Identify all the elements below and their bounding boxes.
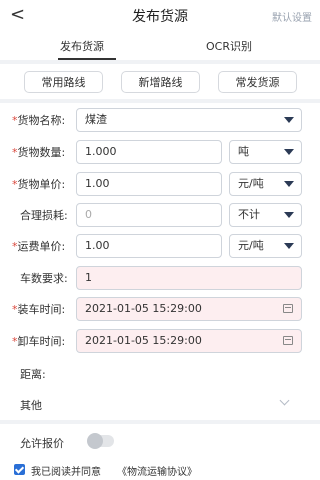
caret-down-icon [284,212,294,218]
goods-qty-unit: 吨 [238,145,249,158]
switch-knob [87,433,103,449]
loss-label: 合理损耗: [20,209,68,222]
freight-price-input[interactable]: 1.00 [76,234,222,258]
goods-name-select[interactable]: 煤渣 [76,108,302,132]
goods-qty-unit-select[interactable]: 吨 [229,140,302,164]
calendar-icon [283,336,293,345]
caret-down-icon [284,149,294,155]
allow-quote-row: 允许报价 [0,428,320,454]
chevron-down-icon [279,395,290,406]
divider [0,60,320,64]
load-time-label: *装车时间: [12,303,66,316]
freight-price-unit-select[interactable]: 元/吨 [229,234,302,258]
other-section-toggle[interactable]: 其他 [0,390,320,418]
default-settings-link[interactable]: 默认设置 [272,9,312,24]
agreement-checkbox[interactable] [14,464,25,475]
goods-qty-label: *货物数量: [12,146,66,159]
unload-time-row: *卸车时间: 2021-01-05 15:29:00 [0,325,320,355]
car-count-row: 车数要求: 1 [0,262,320,292]
allow-quote-label: 允许报价 [20,437,64,450]
unload-time-label: *卸车时间: [12,335,66,348]
goods-price-unit: 元/吨 [238,177,264,190]
loss-unit-select[interactable]: 不计 [229,203,302,227]
car-count-label: 车数要求: [20,272,68,285]
load-time-input[interactable]: 2021-01-05 15:29:00 [76,297,302,321]
divider [0,99,320,103]
freight-price-unit: 元/吨 [238,239,264,252]
tab-bar: 发布货源 OCR识别 [0,34,320,60]
goods-qty-row: *货物数量: 1.000 吨 [0,136,320,166]
other-label: 其他 [20,399,42,412]
freight-price-row: *运费单价: 1.00 元/吨 [0,230,320,260]
goods-name-row: *货物名称: 煤渣 [0,104,320,134]
agreement-link[interactable]: 《物流运输协议》 [117,463,197,478]
goods-qty-input[interactable]: 1.000 [76,140,222,164]
goods-price-input[interactable]: 1.00 [76,172,222,196]
calendar-icon [283,304,293,313]
allow-quote-switch[interactable] [87,433,114,449]
goods-price-label: *货物单价: [12,178,66,191]
goods-price-unit-select[interactable]: 元/吨 [229,172,302,196]
distance-row: 距离: [0,358,320,388]
goods-price-row: *货物单价: 1.00 元/吨 [0,168,320,198]
caret-down-icon [284,181,294,187]
loss-input[interactable]: 0 [76,203,222,227]
agreement-text: 我已阅读并同意 [31,467,101,478]
car-count-input[interactable]: 1 [76,266,302,290]
divider [0,420,320,424]
unload-time-input[interactable]: 2021-01-05 15:29:00 [76,329,302,353]
caret-down-icon [284,243,294,249]
caret-down-icon [284,117,294,123]
tab-ocr[interactable]: OCR识别 [206,38,252,54]
freight-price-label: *运费单价: [12,240,66,253]
unload-time-value: 2021-01-05 15:29:00 [85,334,202,347]
loss-row: 合理损耗: 0 不计 [0,199,320,229]
agreement-row: 我已阅读并同意 《物流运输协议》 [0,460,320,480]
loss-unit: 不计 [238,208,260,221]
goods-name-value: 煤渣 [85,113,107,126]
add-route-button[interactable]: 新增路线 [121,71,200,93]
tab-publish-goods[interactable]: 发布货源 [60,38,104,54]
goods-name-label: *货物名称: [12,114,66,127]
load-time-row: *装车时间: 2021-01-05 15:29:00 [0,293,320,323]
frequent-goods-button[interactable]: 常发货源 [218,71,297,93]
common-routes-button[interactable]: 常用路线 [24,71,103,93]
distance-label: 距离: [20,368,46,381]
top-bar: < 发布货源 默认设置 [0,0,320,34]
load-time-value: 2021-01-05 15:29:00 [85,302,202,315]
